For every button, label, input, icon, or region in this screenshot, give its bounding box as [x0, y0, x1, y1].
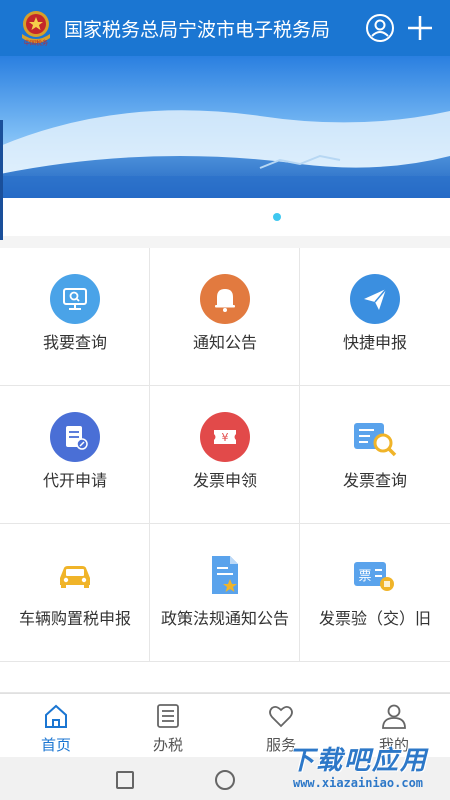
- grid-item-label: 我要查询: [42, 333, 107, 352]
- svg-text:中国税务: 中国税务: [24, 39, 48, 47]
- star-document-icon: [200, 550, 250, 600]
- grid-item-label: 代开申请: [42, 471, 107, 490]
- list-icon: [154, 702, 182, 730]
- grid-item-label: 政策法规通知公告: [160, 609, 289, 628]
- grid-bottom-spacer: [0, 663, 450, 693]
- invoice-search-icon: [350, 412, 400, 462]
- paper-plane-icon: [350, 274, 400, 324]
- tax-emblem-logo: 中国税务: [16, 8, 56, 48]
- watermark-title: 下载吧应用: [287, 746, 428, 776]
- banner-edge-decoration: [0, 120, 3, 240]
- person-icon: [380, 702, 408, 730]
- tab-label: 首页: [40, 736, 71, 754]
- document-edit-icon: [50, 412, 100, 462]
- carousel-indicator-dot[interactable]: [273, 213, 281, 221]
- grid-item-label: 车辆购置税申报: [18, 609, 131, 628]
- home-button[interactable]: [215, 770, 235, 790]
- bell-icon: [200, 274, 250, 324]
- grid-item-agent-apply[interactable]: 代开申请: [0, 386, 150, 524]
- grid-item-policy-notice[interactable]: 政策法规通知公告: [150, 524, 300, 662]
- app-header: 中国税务 国家税务总局宁波市电子税务局: [0, 0, 450, 56]
- home-icon: [42, 702, 70, 730]
- site-watermark: 下载吧应用 www.xiazainiao.com: [270, 740, 446, 796]
- grid-item-label: 通知公告: [192, 333, 257, 352]
- grid-item-label: 发票验（交）旧: [318, 609, 431, 628]
- grid-item-query[interactable]: 我要查询: [0, 248, 150, 386]
- grid-item-invoice-apply[interactable]: ¥ 发票申领: [150, 386, 300, 524]
- app-title: 国家税务总局宁波市电子税务局: [64, 18, 331, 41]
- grid-item-quick-declare[interactable]: 快捷申报: [300, 248, 450, 386]
- tab-tax[interactable]: 办税: [112, 694, 224, 758]
- grid-item-label: 快捷申报: [342, 333, 407, 352]
- heart-icon: [267, 702, 295, 730]
- add-plus-icon[interactable]: [404, 12, 436, 44]
- banner-caption-area: [0, 198, 450, 236]
- grid-item-invoice-verify[interactable]: 票 发票验（交）旧: [300, 524, 450, 662]
- yuan-ticket-icon: ¥: [200, 412, 250, 462]
- grid-item-label: 发票查询: [342, 471, 407, 490]
- search-monitor-icon: [50, 274, 100, 324]
- invoice-verify-icon: 票: [350, 550, 400, 600]
- car-icon: [50, 550, 100, 600]
- grid-item-label: 发票申领: [192, 471, 257, 490]
- tab-home[interactable]: 首页: [0, 694, 112, 758]
- grid-item-invoice-query[interactable]: 发票查询: [300, 386, 450, 524]
- app-screen: 中国税务 国家税务总局宁波市电子税务局 我要查询 通知公告 快捷申报 代开申请 …: [0, 0, 450, 800]
- svg-text:票: 票: [358, 569, 371, 584]
- svg-text:¥: ¥: [222, 431, 229, 444]
- grid-item-vehicle-tax[interactable]: 车辆购置税申报: [0, 524, 150, 662]
- tab-label: 办税: [152, 736, 183, 754]
- service-grid: 我要查询 通知公告 快捷申报 代开申请 ¥ 发票申领 发票查询 车辆购置税申报 …: [0, 248, 450, 663]
- grid-item-notice[interactable]: 通知公告: [150, 248, 300, 386]
- watermark-url: www.xiazainiao.com: [292, 776, 424, 790]
- user-profile-icon[interactable]: [364, 12, 396, 44]
- recent-apps-button[interactable]: [116, 771, 134, 789]
- banner-carousel[interactable]: [0, 56, 450, 198]
